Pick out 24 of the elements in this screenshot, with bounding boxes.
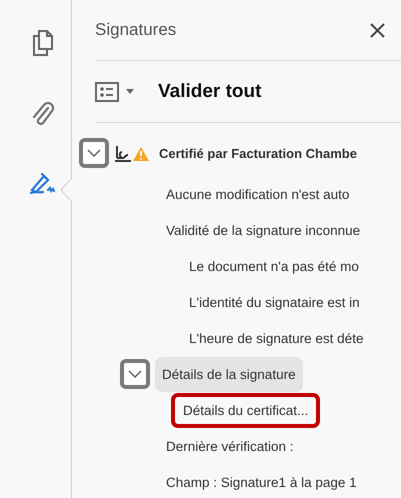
warning-icon bbox=[132, 146, 150, 162]
options-menu-button[interactable] bbox=[95, 82, 134, 102]
chevron-down-icon bbox=[87, 149, 101, 157]
chevron-down-icon bbox=[128, 370, 142, 378]
close-icon[interactable] bbox=[370, 22, 385, 38]
validate-all-button[interactable]: Valider tout bbox=[154, 78, 266, 104]
tree-item[interactable]: Champ : Signature1 à la page 1 bbox=[159, 464, 364, 498]
expand-toggle[interactable] bbox=[120, 359, 150, 389]
tree-item[interactable]: Dernière vérification : bbox=[159, 428, 301, 464]
tree-item[interactable]: Le document n'a pas été mo bbox=[182, 248, 366, 284]
signature-icon bbox=[114, 144, 132, 162]
tree-item[interactable]: Détails de la signature bbox=[155, 356, 303, 392]
pages-icon[interactable] bbox=[32, 30, 54, 56]
paperclip-icon[interactable] bbox=[30, 100, 54, 128]
pen-icon[interactable] bbox=[28, 170, 58, 194]
tree-item[interactable]: Validité de la signature inconnue bbox=[159, 212, 368, 248]
signature-entry[interactable]: Certifié par Facturation Chambe bbox=[152, 136, 364, 170]
tree-item[interactable]: L'identité du signataire est in bbox=[182, 284, 367, 320]
panel-title: Signatures bbox=[95, 20, 176, 40]
caret-icon bbox=[126, 89, 134, 94]
expand-toggle[interactable] bbox=[79, 138, 109, 168]
tree-item[interactable]: Aucune modification n'est auto bbox=[159, 176, 356, 212]
tree-item[interactable]: Détails du certificat... bbox=[171, 392, 320, 428]
tree-item[interactable]: L'heure de signature est déte bbox=[182, 320, 370, 356]
